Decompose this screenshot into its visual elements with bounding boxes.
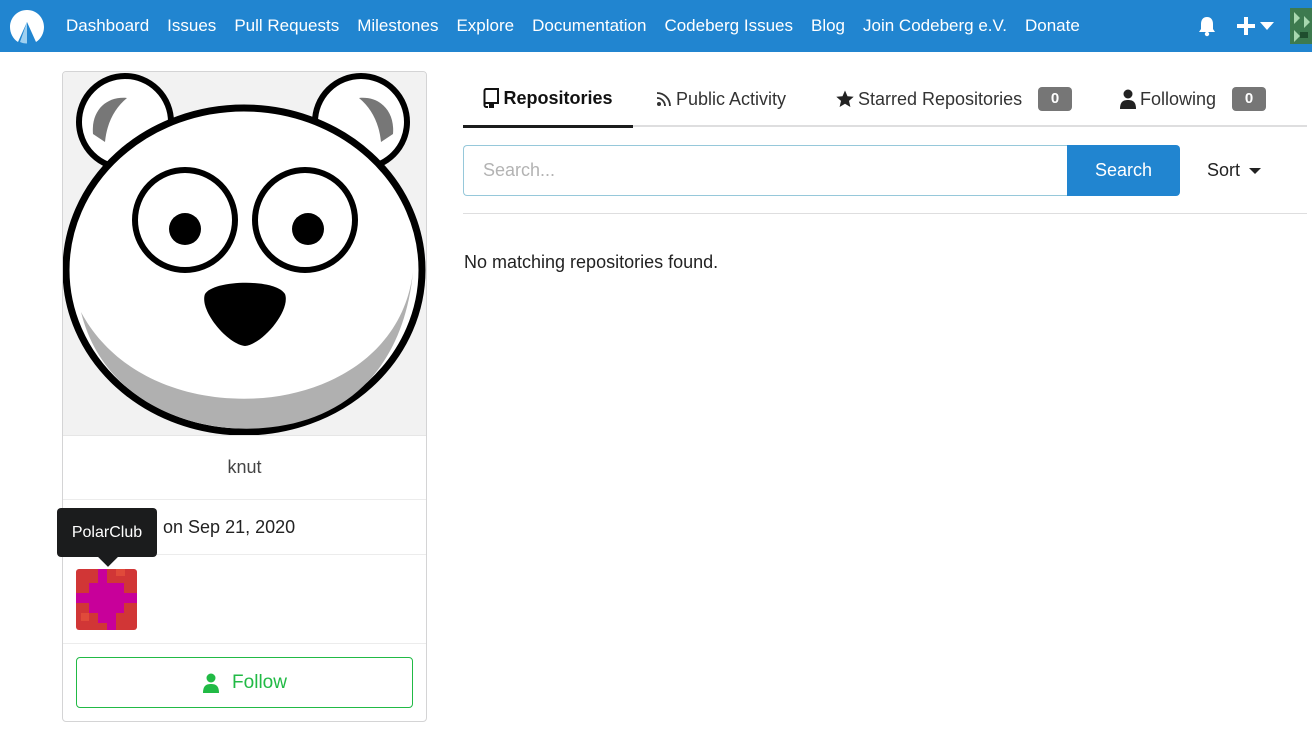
tab-public-activity[interactable]: Public Activity: [656, 71, 786, 127]
person-icon: [1120, 89, 1136, 109]
user-avatar-icon[interactable]: [1290, 8, 1312, 44]
nav-milestones[interactable]: Milestones: [348, 16, 447, 36]
caret-down-icon: [1249, 167, 1262, 174]
nav-documentation[interactable]: Documentation: [523, 16, 655, 36]
sort-label: Sort: [1207, 160, 1241, 180]
follow-row: Follow: [63, 644, 426, 722]
nav-menu: Dashboard Issues Pull Requests Milestone…: [57, 0, 1089, 52]
nav-codeberg-issues[interactable]: Codeberg Issues: [655, 16, 802, 36]
profile-organizations: [63, 555, 426, 644]
section-divider: [463, 213, 1307, 214]
tab-following-label: Following: [1140, 88, 1217, 109]
sort-dropdown[interactable]: Sort: [1207, 160, 1262, 181]
plus-icon[interactable]: [1236, 16, 1256, 36]
nav-donate[interactable]: Donate: [1016, 16, 1089, 36]
nav-explore[interactable]: Explore: [447, 16, 523, 36]
repo-icon: [483, 88, 500, 108]
nav-dashboard[interactable]: Dashboard: [57, 16, 158, 36]
star-icon: [836, 90, 854, 107]
profile-username: knut: [63, 436, 426, 500]
nav-blog[interactable]: Blog: [802, 16, 854, 36]
tab-starred-label: Starred Repositories: [858, 88, 1023, 109]
top-navbar: Dashboard Issues Pull Requests Milestone…: [0, 0, 1312, 52]
tab-repositories-label: Repositories: [503, 87, 613, 108]
profile-tabs: Repositories Public Activity Starred Rep…: [463, 71, 1307, 128]
person-icon: [203, 673, 220, 693]
profile-card: knut d on Sep 21, 2020 Follow: [62, 71, 427, 722]
tab-repositories[interactable]: Repositories: [463, 71, 633, 128]
nav-join-codeberg[interactable]: Join Codeberg e.V.: [854, 16, 1016, 36]
tab-following[interactable]: Following 0: [1120, 71, 1267, 127]
repo-search-input[interactable]: [463, 145, 1067, 196]
nav-pull-requests[interactable]: Pull Requests: [225, 16, 348, 36]
org-avatar-polarclub[interactable]: [76, 569, 137, 630]
follow-button[interactable]: Follow: [76, 657, 413, 708]
codeberg-logo-icon[interactable]: [8, 8, 46, 44]
following-count-badge: 0: [1232, 87, 1267, 111]
caret-down-icon[interactable]: [1260, 21, 1274, 31]
rss-icon: [656, 92, 671, 107]
bell-icon[interactable]: [1196, 15, 1218, 37]
profile-avatar: [63, 72, 426, 436]
nav-right-group: [1196, 0, 1312, 52]
starred-count-badge: 0: [1038, 87, 1073, 111]
follow-label: Follow: [232, 671, 287, 693]
empty-state-message: No matching repositories found.: [464, 252, 719, 272]
search-button[interactable]: Search: [1067, 145, 1180, 196]
org-tooltip: PolarClub: [57, 508, 157, 557]
org-identicon-icon: [76, 569, 137, 630]
tab-starred-repositories[interactable]: Starred Repositories 0: [836, 71, 1073, 127]
nav-issues[interactable]: Issues: [158, 16, 225, 36]
tab-public-activity-label: Public Activity: [676, 88, 787, 109]
polar-bear-avatar-icon: [63, 72, 426, 435]
